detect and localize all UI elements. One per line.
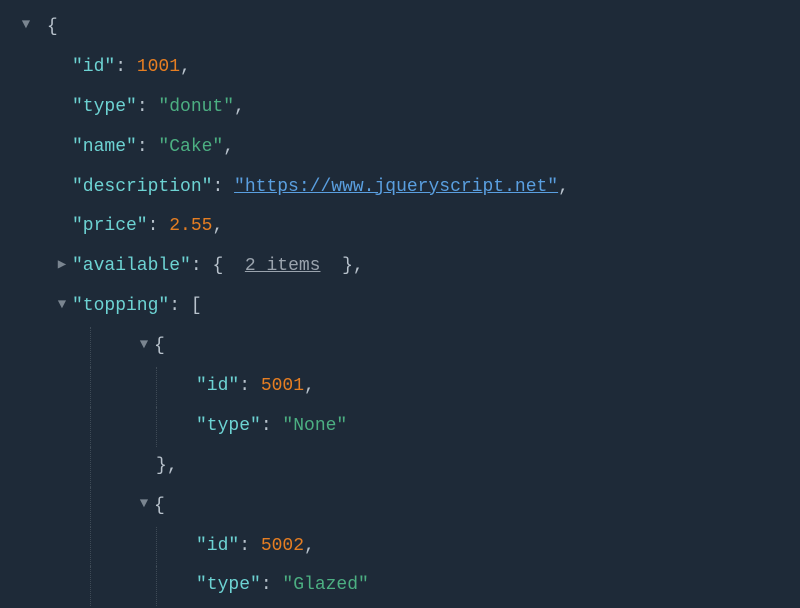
json-array-item: { — [8, 327, 800, 367]
json-property-name: "name": "Cake", — [8, 128, 800, 168]
chevron-down-icon[interactable] — [136, 494, 152, 516]
json-value: "donut" — [158, 97, 234, 117]
json-viewer: { "id": 1001, "type": "donut", "name": "… — [0, 0, 800, 606]
chevron-down-icon[interactable] — [54, 295, 70, 317]
json-key: "type" — [72, 97, 137, 117]
json-property-description: "description": "https://www.jqueryscript… — [8, 168, 800, 208]
json-key: "id" — [196, 536, 239, 556]
json-key: "price" — [72, 216, 148, 236]
json-property-type: "type": "None" — [8, 407, 800, 447]
chevron-down-icon[interactable] — [136, 335, 152, 357]
chevron-right-icon[interactable] — [54, 255, 70, 277]
bracket-open: [ — [191, 296, 202, 316]
json-key: "id" — [72, 57, 115, 77]
json-property-type: "type": "Glazed" — [8, 566, 800, 606]
json-property-topping: "topping": [ — [8, 287, 800, 327]
json-value: "Cake" — [158, 137, 223, 157]
json-key: "name" — [72, 137, 137, 157]
item-count[interactable]: 2 items — [245, 256, 321, 276]
json-value: 5001 — [261, 376, 304, 396]
json-property-id: "id": 5002, — [8, 527, 800, 567]
json-property-id: "id": 5001, — [8, 367, 800, 407]
json-key: "type" — [196, 416, 261, 436]
brace-open: { — [154, 336, 165, 356]
json-value-link[interactable]: "https://www.jqueryscript.net" — [234, 177, 558, 197]
json-property-id: "id": 1001, — [8, 48, 800, 88]
chevron-down-icon[interactable] — [18, 15, 34, 37]
json-property-price: "price": 2.55, — [8, 207, 800, 247]
brace-close: } — [156, 456, 167, 476]
json-key: "available" — [72, 256, 191, 276]
json-property-type: "type": "donut", — [8, 88, 800, 128]
json-value: 5002 — [261, 536, 304, 556]
json-value: 1001 — [137, 57, 180, 77]
json-value: "Glazed" — [282, 575, 368, 595]
json-key: "topping" — [72, 296, 169, 316]
json-array-item: { — [8, 487, 800, 527]
json-key: "description" — [72, 177, 212, 197]
root-open: { — [8, 8, 800, 48]
json-key: "type" — [196, 575, 261, 595]
json-value: "None" — [282, 416, 347, 436]
json-key: "id" — [196, 376, 239, 396]
brace-open: { — [154, 496, 165, 516]
json-property-available: "available": { 2 items }, — [8, 247, 800, 287]
json-value: 2.55 — [169, 216, 212, 236]
json-array-item-close: }, — [8, 447, 800, 487]
brace-open: { — [47, 17, 58, 37]
